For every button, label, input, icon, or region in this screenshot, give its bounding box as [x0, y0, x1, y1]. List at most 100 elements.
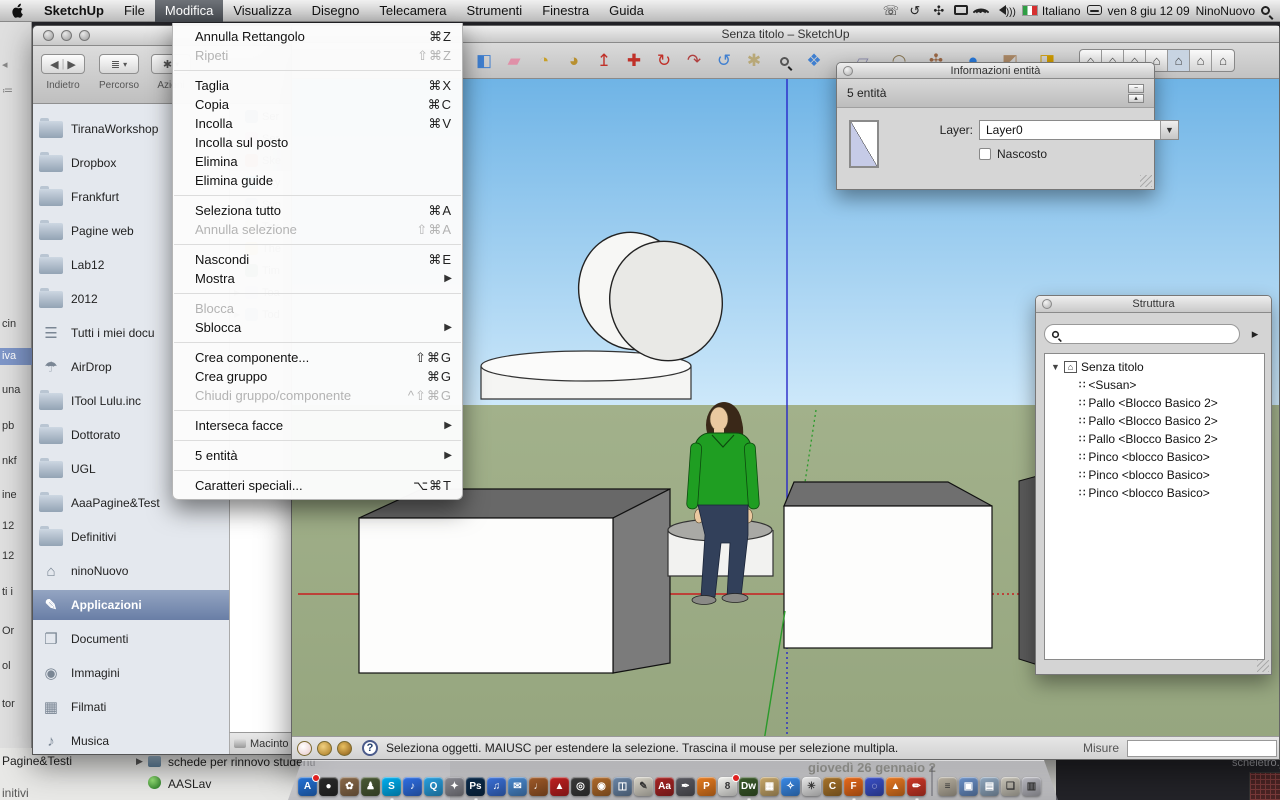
zoom-extents-tool-icon[interactable]: ❖ [801, 48, 827, 74]
resize-grip[interactable] [1257, 660, 1269, 672]
minimize-button[interactable] [61, 30, 72, 41]
menu-item-interseca-facce[interactable]: Interseca facce▶ [173, 416, 462, 435]
dock-icon-dictionary[interactable]: Aa [655, 777, 674, 796]
tree-item[interactable]: ∷Pallo <Blocco Basico 2> [1045, 412, 1264, 430]
eraser-tool-icon[interactable]: ▰ [501, 48, 527, 74]
follow-me-tool-icon[interactable]: ↷ [681, 48, 707, 74]
dock-icon-photoshop[interactable]: Ps [466, 777, 485, 796]
display-icon[interactable] [954, 4, 968, 18]
menu-item-crea-gruppo[interactable]: Crea gruppo⌘G [173, 367, 462, 386]
dock-icon-idvd[interactable]: ◌ [865, 777, 884, 796]
zoom-button[interactable] [79, 30, 90, 41]
menubar-item-disegno[interactable]: Disegno [302, 0, 370, 22]
dock-icon-textedit[interactable]: ✎ [634, 777, 653, 796]
tree-item[interactable]: ∷Pallo <Blocco Basico 2> [1045, 430, 1264, 448]
sidebar-item-filmati[interactable]: ▦Filmati [33, 692, 229, 722]
disclosure-triangle-icon[interactable]: ▶ [136, 756, 143, 767]
sync-icon[interactable]: ✣ [930, 3, 948, 19]
dock-icon-itunes[interactable]: ♪ [403, 777, 422, 796]
dock-icon-mail[interactable]: ✉ [508, 777, 527, 796]
tree-root-row[interactable]: ▼ ⌂ Senza titolo [1045, 358, 1264, 376]
dock-icon-folder-downloads[interactable]: ▣ [959, 777, 978, 796]
menubar-item-visualizza[interactable]: Visualizza [223, 0, 301, 22]
menubar-item-modifica[interactable]: Modifica [155, 0, 223, 22]
orbit-tool-icon[interactable]: ↺ [711, 48, 737, 74]
outliner-panel[interactable]: Struttura ▸ ▼ ⌂ Senza titolo ∷<Susan>∷Pa… [1035, 295, 1272, 675]
dock-icon-garageband[interactable]: ♩ [529, 777, 548, 796]
tree-item[interactable]: ∷Pinco <blocco Basico> [1045, 484, 1264, 502]
dock-icon-preview[interactable]: ◫ [613, 777, 632, 796]
dock-icon-stack-files[interactable]: ❏ [1001, 777, 1020, 796]
paint-bucket-tool-icon[interactable]: ◕ [561, 48, 587, 74]
dock-icon-dashboard[interactable]: ● [319, 777, 338, 796]
resize-grip[interactable] [1140, 175, 1152, 187]
menubar-item-sketchup[interactable]: SketchUp [34, 0, 114, 22]
menu-item-elimina[interactable]: Elimina [173, 152, 462, 171]
dock-icon-camera-app[interactable]: ◉ [592, 777, 611, 796]
dock-icon-iphoto[interactable]: ✿ [340, 777, 359, 796]
user-switch-icon[interactable] [1087, 4, 1102, 18]
geo-coin-icon-2[interactable] [317, 741, 332, 756]
disclosure-triangle-icon[interactable]: ▼ [1051, 362, 1060, 372]
dock-icon-game-app[interactable]: ♟ [361, 777, 380, 796]
menu-item-annulla-rettangolo[interactable]: Annulla Rettangolo⌘Z [173, 27, 462, 46]
dock-icon-folder-tan[interactable]: ▦ [760, 777, 779, 796]
help-icon[interactable]: ? [362, 740, 378, 756]
volume-icon[interactable]: ))) [994, 4, 1016, 18]
dock-icon-sketchup-app[interactable]: ✏ [907, 777, 926, 796]
push-pull-tool-icon[interactable]: ↥ [591, 48, 617, 74]
zoom-tool-icon[interactable] [771, 48, 797, 74]
pan-tool-icon[interactable]: ✱ [741, 48, 767, 74]
tree-item[interactable]: ∷<Susan> [1045, 376, 1264, 394]
menubar-clock[interactable]: ven 8 giu 12 09 [1108, 4, 1190, 18]
menubar-item-finestra[interactable]: Finestra [532, 0, 599, 22]
menu-item-caratteri-speciali-[interactable]: Caratteri speciali...⌥⌘T [173, 476, 462, 495]
dock-icon-folder-stack[interactable]: ▤ [980, 777, 999, 796]
menu-item-sblocca[interactable]: Sblocca▶ [173, 318, 462, 337]
dock-icon-vlc[interactable]: ▲ [886, 777, 905, 796]
dock-icon-launchpad[interactable]: ✦ [445, 777, 464, 796]
sidebar-item-documenti[interactable]: ❐Documenti [33, 624, 229, 654]
dock-icon-cheetah3d[interactable]: C [823, 777, 842, 796]
menubar-item-telecamera[interactable]: Telecamera [369, 0, 456, 22]
menu-item-5-entit-[interactable]: 5 entità▶ [173, 446, 462, 465]
dock-icon-trash[interactable]: ▥ [1022, 777, 1041, 796]
sidebar-item-immagini[interactable]: ◉Immagini [33, 658, 229, 688]
dock-icon-ink-pen[interactable]: ✒ [676, 777, 695, 796]
tree-item[interactable]: ∷Pallo <Blocco Basico 2> [1045, 394, 1264, 412]
tree-item[interactable]: ∷Pinco <blocco Basico> [1045, 466, 1264, 484]
sidebar-item-musica[interactable]: ♪Musica [33, 726, 229, 754]
path-menu-button[interactable]: ≣▾ [99, 54, 139, 74]
dock-icon-safari[interactable]: ✧ [781, 777, 800, 796]
menubar-item-file[interactable]: File [114, 0, 155, 22]
collapse-icon[interactable]: −▴ [1128, 84, 1144, 102]
menubar-item-guida[interactable]: Guida [599, 0, 654, 22]
sidebar-item-definitivi[interactable]: Definitivi [33, 522, 229, 552]
chevron-down-icon[interactable]: ▼ [1160, 121, 1178, 139]
dock-icon-spinner-app[interactable]: ✳ [802, 777, 821, 796]
dock-icon-pages[interactable]: P [697, 777, 716, 796]
menu-item-seleziona-tutto[interactable]: Seleziona tutto⌘A [173, 201, 462, 220]
dock-icon-acrobat[interactable]: ▲ [550, 777, 569, 796]
menu-item-incolla[interactable]: Incolla⌘V [173, 114, 462, 133]
input-source-menu[interactable]: Italiano [1022, 4, 1081, 18]
shaded-style-icon[interactable]: ⌂ [1168, 50, 1190, 71]
dock-icon-aperture[interactable]: ◎ [571, 777, 590, 796]
dock-icon-firefox[interactable]: F [844, 777, 863, 796]
time-machine-icon[interactable]: ↺ [906, 3, 924, 19]
close-icon[interactable] [843, 66, 853, 76]
dock-icon-ical[interactable]: 8 [718, 777, 737, 796]
window-controls[interactable] [43, 30, 90, 41]
forward-icon[interactable]: ▶ [67, 58, 75, 71]
outliner-details-button[interactable]: ▸ [1245, 324, 1265, 344]
geo-coin-icon-3[interactable] [337, 741, 352, 756]
material-swatch[interactable] [849, 120, 879, 168]
model-box-right[interactable] [784, 482, 992, 648]
row-aaslav[interactable]: AASLav [168, 777, 211, 791]
measure-input[interactable] [1127, 740, 1277, 757]
menubar-item-strumenti[interactable]: Strumenti [457, 0, 533, 22]
menu-item-nascondi[interactable]: Nascondi⌘E [173, 250, 462, 269]
tape-measure-tool-icon[interactable]: ◔ [531, 48, 557, 74]
spotlight-search-icon[interactable] [1261, 4, 1270, 18]
sidebar-item-ninonuovo[interactable]: ⌂ninoNuovo [33, 556, 229, 586]
